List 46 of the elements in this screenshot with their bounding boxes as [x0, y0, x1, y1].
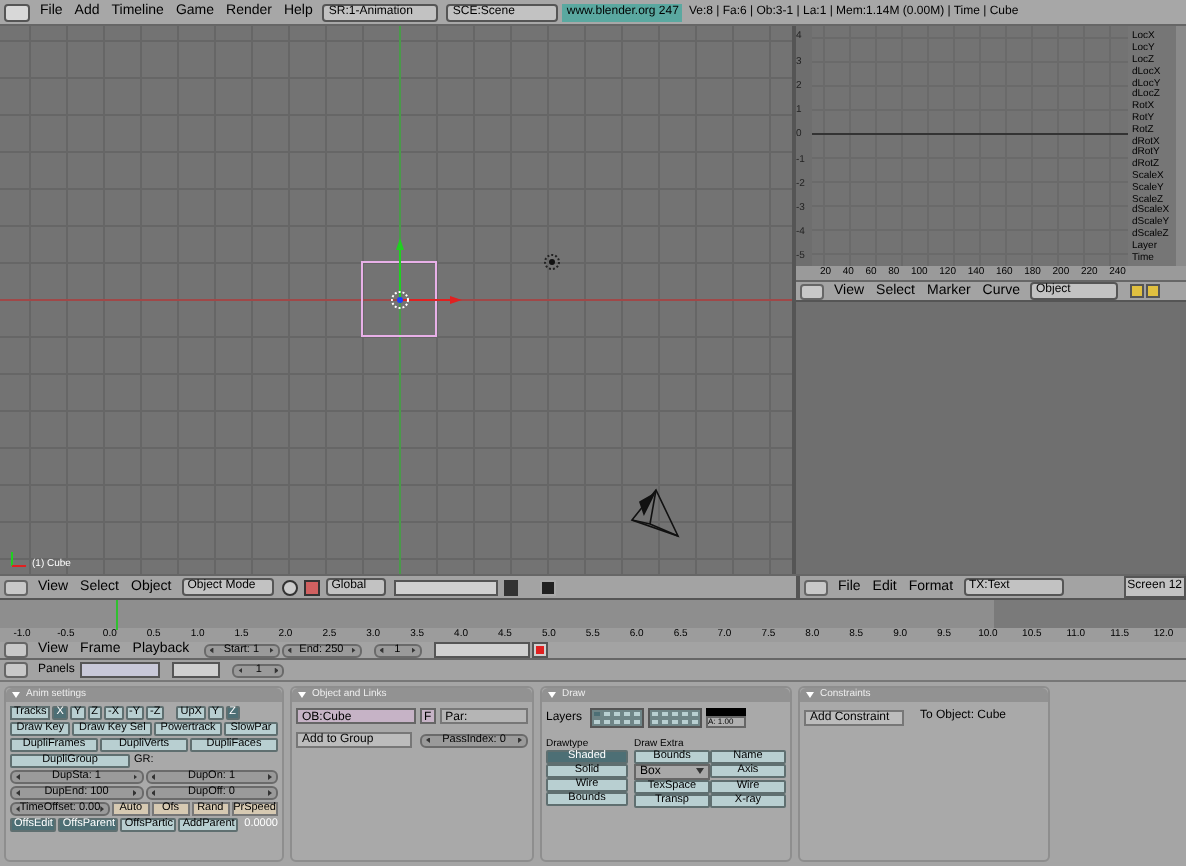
transform-manipulator[interactable]: [391, 238, 462, 310]
window-type-icon[interactable]: [800, 283, 824, 300]
selected-cube[interactable]: [361, 261, 437, 338]
camera-drawing[interactable]: [630, 489, 680, 539]
layer-toggle[interactable]: [660, 710, 671, 718]
info-icon[interactable]: [4, 3, 30, 22]
record-icon[interactable]: [531, 642, 548, 659]
layer-toggle[interactable]: [612, 710, 623, 718]
lock-icon[interactable]: [503, 579, 518, 596]
window-type-icon[interactable]: [4, 642, 28, 659]
pivot-icon[interactable]: [281, 579, 298, 596]
layer-toggle[interactable]: [592, 710, 603, 718]
layer-toggle[interactable]: [622, 710, 633, 718]
layer-toggle[interactable]: [680, 710, 691, 718]
window-type-icon[interactable]: [804, 579, 828, 596]
manipulator-icon[interactable]: [303, 579, 320, 596]
layer-toggle[interactable]: [632, 718, 643, 726]
layer-toggle[interactable]: [612, 718, 623, 726]
layer-toggle[interactable]: [622, 718, 633, 726]
axis-gizmo-icon: [11, 551, 27, 568]
scrollbar[interactable]: [1176, 26, 1186, 267]
layer-toggle[interactable]: [670, 710, 681, 718]
window-type-icon[interactable]: [4, 662, 28, 679]
layer-toggle[interactable]: [690, 718, 701, 726]
caret-icon: [696, 768, 704, 774]
render-icon[interactable]: [539, 579, 556, 596]
layer-toggle[interactable]: [650, 718, 661, 726]
lamp-icon[interactable]: [544, 254, 560, 271]
layer-toggle[interactable]: [680, 718, 691, 726]
layer-toggle[interactable]: [632, 710, 643, 718]
layer-toggle[interactable]: [690, 710, 701, 718]
collapse-icon[interactable]: [298, 692, 306, 698]
collapse-icon[interactable]: [806, 692, 814, 698]
key-icon[interactable]: [1129, 284, 1144, 299]
collapse-icon[interactable]: [12, 692, 20, 698]
layer-toggle[interactable]: [670, 718, 681, 726]
layer-toggle[interactable]: [602, 718, 613, 726]
layer-toggle[interactable]: [660, 718, 671, 726]
layer-toggle[interactable]: [592, 718, 603, 726]
collapse-icon[interactable]: [548, 692, 556, 698]
timeline-track[interactable]: [0, 598, 1186, 628]
key-icon[interactable]: [1145, 284, 1160, 299]
layer-toggle[interactable]: [650, 710, 661, 718]
color-swatch[interactable]: [706, 708, 747, 716]
window-type-icon[interactable]: [4, 579, 28, 596]
layer-toggle[interactable]: [602, 710, 613, 718]
